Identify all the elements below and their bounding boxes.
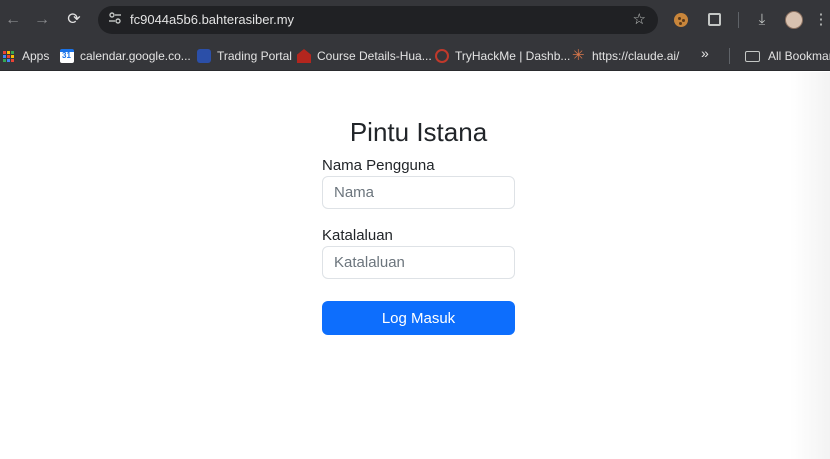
profile-avatar[interactable] <box>783 9 805 31</box>
apps-grid-icon <box>3 50 14 62</box>
bookmarks-overflow-icon[interactable]: » <box>701 45 709 61</box>
password-input[interactable] <box>322 246 515 279</box>
username-label: Nama Pengguna <box>322 157 435 174</box>
bookmark-claude[interactable]: https://claude.ai/ <box>572 46 679 66</box>
toolbar-divider <box>738 12 739 28</box>
bookmark-label: calendar.google.co... <box>80 49 191 63</box>
bookmark-tryhackme[interactable]: TryHackMe | Dashb... <box>435 46 570 66</box>
bookmarks-divider <box>729 48 730 64</box>
back-arrow-icon[interactable]: ← <box>2 9 24 31</box>
bookmark-apps[interactable]: Apps <box>3 46 49 66</box>
bookmark-course-details[interactable]: Course Details-Hua... <box>297 46 432 66</box>
page-title: Pintu Istana <box>349 117 488 147</box>
browser-menu-icon[interactable]: ⋮ <box>810 9 830 31</box>
bookmark-label: Trading Portal <box>217 49 292 63</box>
bookmark-label: https://claude.ai/ <box>592 49 680 63</box>
course-icon <box>297 49 311 63</box>
trading-portal-icon <box>197 49 211 63</box>
url-text[interactable]: fc9044a5b6.bahterasiber.my <box>130 12 294 27</box>
login-button[interactable]: Log Masuk <box>322 301 515 335</box>
page-content: Pintu Istana Nama Pengguna Katalaluan Lo… <box>0 72 830 459</box>
username-input[interactable] <box>322 176 515 209</box>
bookmark-calendar[interactable]: calendar.google.co... <box>60 46 191 66</box>
browser-toolbar: ← → ⟳ fc9044a5b6.bahterasiber.my ☆ ⤓ ⋮ <box>0 0 830 40</box>
forward-arrow-icon[interactable]: → <box>31 9 53 31</box>
reload-icon[interactable]: ⟳ <box>63 9 85 31</box>
folder-icon <box>745 50 760 62</box>
site-info-icon[interactable] <box>106 11 124 29</box>
bookmark-label: Course Details-Hua... <box>317 49 432 63</box>
calendar-icon <box>60 49 74 63</box>
download-icon[interactable]: ⤓ <box>751 9 773 31</box>
bookmark-star-icon[interactable]: ☆ <box>633 10 646 28</box>
password-label: Katalaluan <box>322 227 393 244</box>
cookie-extension-icon[interactable] <box>670 9 692 31</box>
tryhackme-icon <box>435 49 449 63</box>
bookmark-label: TryHackMe | Dashb... <box>455 49 571 63</box>
claude-icon <box>572 46 586 64</box>
all-bookmarks[interactable]: All Bookmarks <box>745 46 830 66</box>
extensions-puzzle-icon[interactable] <box>703 9 725 31</box>
all-bookmarks-label: All Bookmarks <box>768 49 830 63</box>
bookmark-trading-portal[interactable]: Trading Portal <box>197 46 292 66</box>
bookmark-label: Apps <box>22 49 50 63</box>
address-bar[interactable]: fc9044a5b6.bahterasiber.my ☆ <box>98 6 658 34</box>
